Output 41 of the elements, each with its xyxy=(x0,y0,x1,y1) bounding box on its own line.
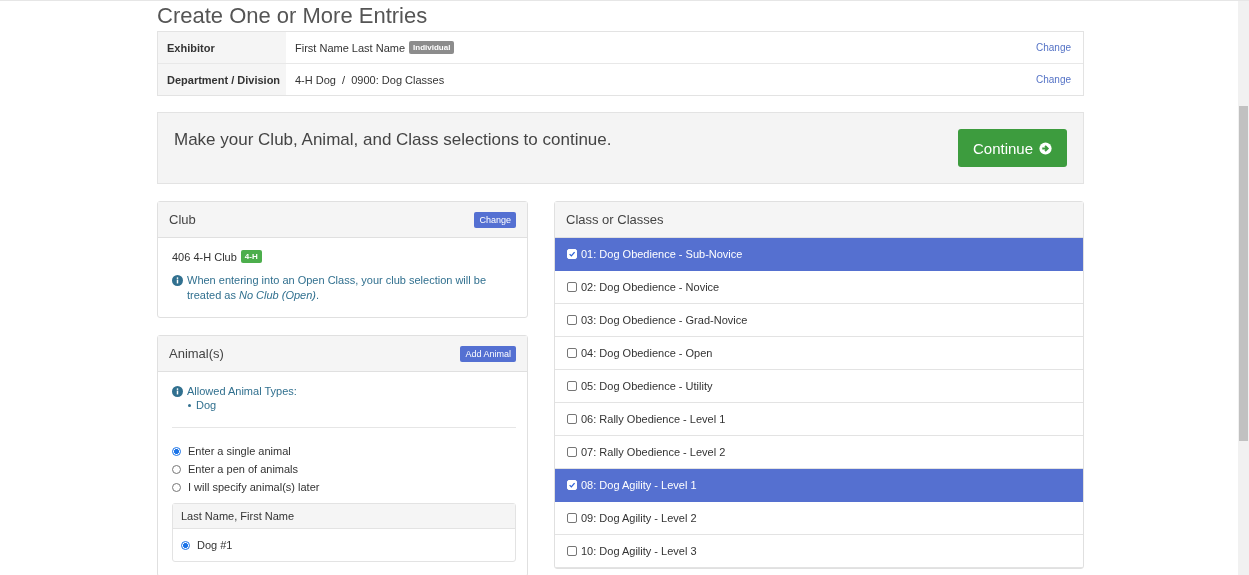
animal-radio[interactable]: Dog #1 xyxy=(181,539,233,551)
panel-title: Animal(s) xyxy=(169,346,224,361)
class-item[interactable]: 09: Dog Agility - Level 2 xyxy=(555,502,1083,535)
summary-value: 4-H Dog / 0900: Dog Classes xyxy=(295,73,445,86)
add-animal-button[interactable]: Add Animal xyxy=(460,345,516,362)
class-item[interactable]: 06: Rally Obedience - Level 1 xyxy=(555,403,1083,436)
class-item[interactable]: 05: Dog Obedience - Utility xyxy=(555,370,1083,403)
page-title: Create One or More Entries xyxy=(157,2,429,30)
notice-text: Make your Club, Animal, and Class selections to continue. xyxy=(174,130,612,150)
arrow-circle-icon xyxy=(1039,141,1052,155)
scrollbar-thumb[interactable] xyxy=(1239,106,1248,441)
class-item[interactable]: 02: Dog Obedience - Novice xyxy=(555,271,1083,304)
mode-radio[interactable]: Enter a pen of animals xyxy=(172,463,299,475)
class-item[interactable]: 10: Dog Agility - Level 3 xyxy=(555,535,1083,568)
class-item[interactable]: 04: Dog Obedience - Open xyxy=(555,337,1083,370)
mode-radio[interactable]: I will specify animal(s) later xyxy=(172,481,320,493)
info-icon xyxy=(172,275,183,286)
bullet-icon xyxy=(188,403,191,407)
check-icon xyxy=(568,250,576,258)
summary-value: First Name Last Name xyxy=(295,41,406,54)
change-link[interactable]: Change xyxy=(1035,64,1083,95)
type-badge: Individual xyxy=(409,41,455,54)
scrollbar[interactable] xyxy=(1238,1,1249,575)
panel-title: Class or Classes xyxy=(566,212,664,227)
class-item[interactable]: 08: Dog Agility - Level 1 xyxy=(555,469,1083,502)
info-icon xyxy=(172,386,183,397)
class-item[interactable]: 03: Dog Obedience - Grad-Novice xyxy=(555,304,1083,337)
club-badge: 4-H xyxy=(240,250,262,263)
panel-title: Club xyxy=(169,212,196,227)
class-item[interactable]: 01: Dog Obedience - Sub-Novice xyxy=(555,238,1083,271)
change-button[interactable]: Change xyxy=(474,211,516,228)
summary-label: Exhibitor xyxy=(167,41,215,54)
club-name: 406 4-H Club xyxy=(172,250,237,263)
mode-radio[interactable]: Enter a single animal xyxy=(172,445,291,457)
check-icon xyxy=(568,481,576,489)
info-text: Allowed Animal Types: xyxy=(187,384,297,399)
list-header: Last Name, First Name xyxy=(181,510,295,522)
info-text: When entering into an Open Class, your club selection will be treated as No Club (Open). xyxy=(187,273,487,303)
animal-type: Dog xyxy=(196,399,217,411)
change-link[interactable]: Change xyxy=(1035,32,1083,63)
summary-label: Department / Division xyxy=(167,73,281,86)
